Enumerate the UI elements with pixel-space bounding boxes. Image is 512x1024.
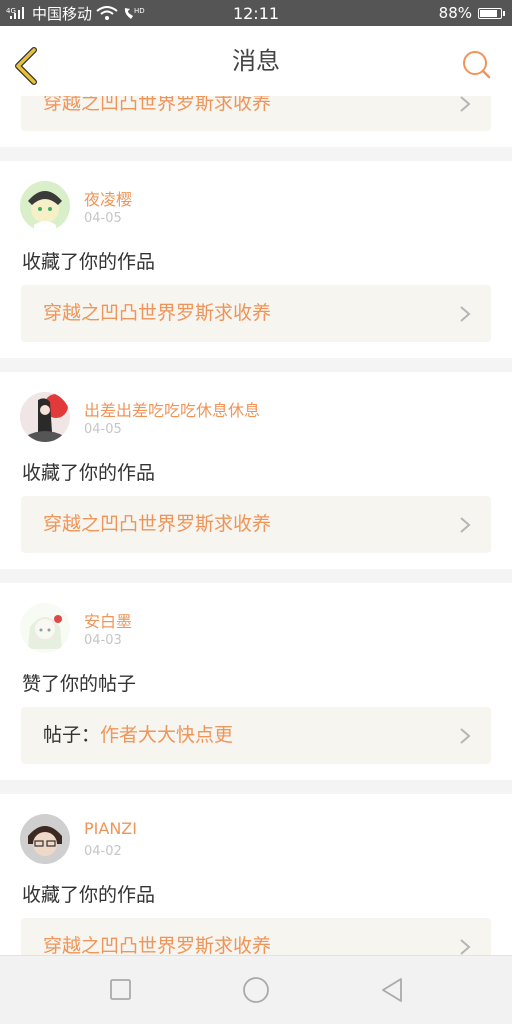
post-title-line: 帖子：作者大大快点更 (43, 707, 233, 764)
message-card: 安白墨 04-03 赞了你的帖子 帖子：作者大大快点更 (0, 583, 512, 780)
circle-icon (243, 977, 269, 1003)
battery-level (480, 9, 497, 17)
status-right: 88% (438, 4, 505, 22)
message-date: 04-03 (84, 633, 122, 648)
search-icon (463, 51, 491, 79)
message-card: 出差出差吃吃吃休息休息 04-05 收藏了你的作品 穿越之凹凸世界罗斯求收养 (0, 372, 512, 569)
message-action: 收藏了你的作品 (22, 251, 156, 273)
message-card: 夜凌樱 04-05 收藏了你的作品 穿越之凹凸世界罗斯求收养 (0, 161, 512, 358)
username[interactable]: 出差出差吃吃吃休息休息 (84, 397, 260, 421)
work-link[interactable]: 穿越之凹凸世界罗斯求收养 (21, 918, 491, 956)
avatar-image-icon (20, 181, 70, 231)
avatar[interactable] (20, 814, 70, 864)
message-date: 04-05 (84, 422, 122, 437)
work-link[interactable]: 穿越之凹凸世界罗斯求收养 (21, 285, 491, 342)
recent-apps-button[interactable] (107, 976, 135, 1004)
chevron-right-icon (460, 96, 471, 112)
avatar-image-icon (20, 814, 70, 864)
work-title: 穿越之凹凸世界罗斯求收养 (43, 935, 272, 956)
avatar[interactable] (20, 181, 70, 231)
chevron-right-icon (460, 517, 471, 533)
work-title: 穿越之凹凸世界罗斯求收养 (43, 302, 272, 324)
work-link[interactable]: 穿越之凹凸世界罗斯求收养 (21, 96, 491, 131)
username[interactable]: 安白墨 (84, 608, 132, 632)
post-prefix: 帖子： (43, 724, 101, 746)
app-header: 消息 (0, 26, 512, 97)
chevron-right-icon (460, 939, 471, 955)
page-title: 消息 (232, 47, 280, 75)
avatar-image-icon (20, 392, 70, 442)
battery-percent: 88% (438, 4, 472, 22)
system-back-button[interactable] (379, 976, 407, 1004)
battery-icon (478, 7, 505, 19)
home-button[interactable] (242, 976, 270, 1004)
work-title: 穿越之凹凸世界罗斯求收养 (43, 96, 272, 114)
system-nav-bar (0, 955, 512, 1024)
square-icon (110, 979, 131, 1000)
avatar[interactable] (20, 392, 70, 442)
status-time: 12:11 (232, 3, 280, 23)
avatar[interactable] (20, 603, 70, 653)
chevron-right-icon (460, 728, 471, 744)
message-card-partial: 穿越之凹凸世界罗斯求收养 (0, 96, 512, 147)
avatar-image-icon (20, 603, 70, 653)
post-link[interactable]: 帖子：作者大大快点更 (21, 707, 491, 764)
message-action: 收藏了你的作品 (22, 884, 156, 906)
username[interactable]: 夜凌樱 (84, 186, 132, 210)
username[interactable]: PIANZI (84, 819, 137, 838)
message-card: PIANZI 04-02 收藏了你的作品 穿越之凹凸世界罗斯求收养 (0, 794, 512, 956)
message-action: 收藏了你的作品 (22, 462, 156, 484)
work-title: 穿越之凹凸世界罗斯求收养 (43, 513, 272, 535)
message-date: 04-02 (84, 844, 122, 859)
message-action: 赞了你的帖子 (22, 673, 137, 695)
chevron-right-icon (460, 306, 471, 322)
search-button[interactable] (462, 50, 492, 80)
work-link[interactable]: 穿越之凹凸世界罗斯求收养 (21, 496, 491, 553)
message-date: 04-05 (84, 211, 122, 226)
triangle-back-icon (382, 978, 402, 1002)
message-list[interactable]: 穿越之凹凸世界罗斯求收养 夜凌樱 04-05 收藏了你的作品 穿越之凹凸世界罗斯… (0, 96, 512, 956)
post-title: 作者大大快点更 (100, 724, 234, 746)
